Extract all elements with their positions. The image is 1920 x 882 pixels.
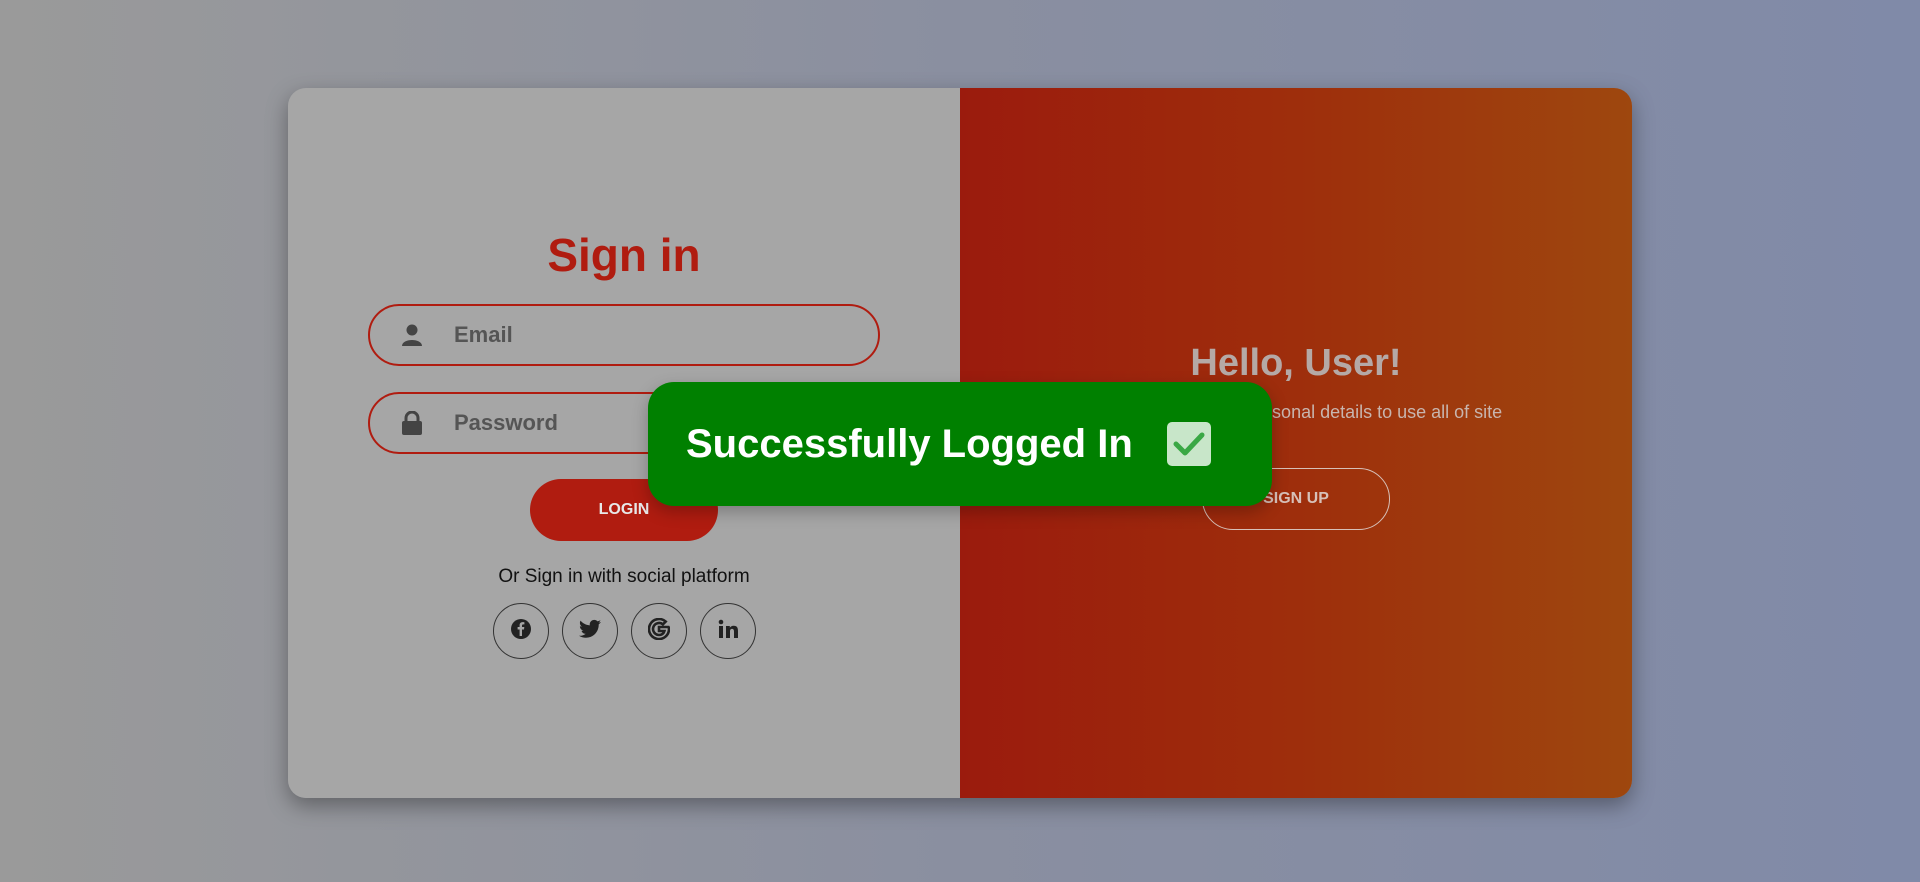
social-buttons	[493, 603, 756, 659]
success-toast: Successfully Logged In	[648, 382, 1272, 506]
linkedin-icon	[718, 619, 738, 644]
twitter-icon	[579, 619, 601, 644]
lock-icon	[402, 411, 422, 435]
linkedin-button[interactable]	[700, 603, 756, 659]
checkmark-icon	[1166, 422, 1211, 466]
twitter-button[interactable]	[562, 603, 618, 659]
toast-message: Successfully Logged In	[686, 421, 1133, 466]
google-button[interactable]	[631, 603, 687, 659]
hello-heading: Hello, User!	[1190, 342, 1402, 384]
email-field[interactable]	[368, 304, 880, 366]
user-icon	[402, 323, 422, 347]
facebook-icon	[510, 618, 532, 645]
facebook-button[interactable]	[493, 603, 549, 659]
google-icon	[647, 617, 671, 645]
email-input[interactable]	[454, 322, 834, 348]
social-signin-text: Or Sign in with social platform	[498, 566, 750, 587]
signin-title: Sign in	[547, 229, 701, 281]
